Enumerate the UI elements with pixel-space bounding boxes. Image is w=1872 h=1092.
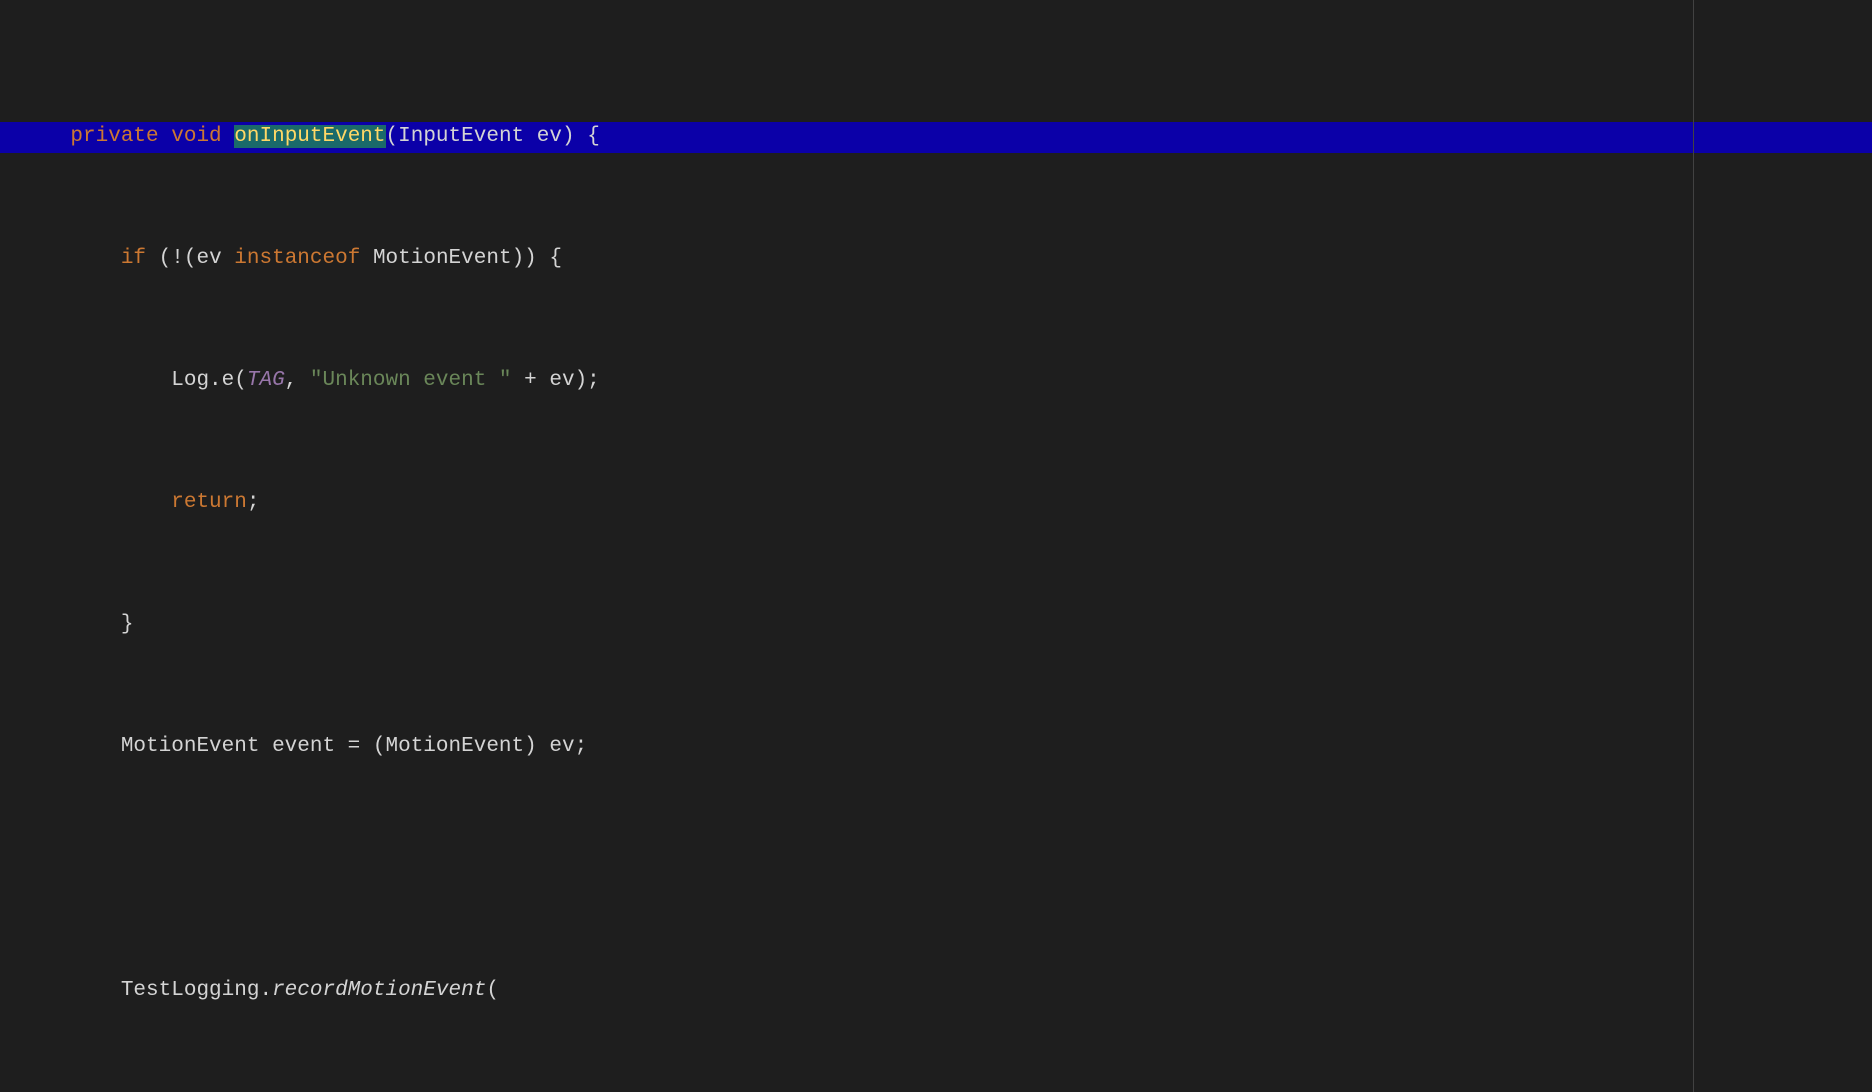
- type: MotionEvent: [386, 735, 525, 758]
- code-line[interactable]: return;: [0, 488, 1872, 519]
- code-line[interactable]: if (!(ev instanceof MotionEvent)) {: [0, 244, 1872, 275]
- method-name-highlight: onInputEvent: [234, 125, 385, 148]
- punct: (!(: [146, 247, 196, 270]
- type: MotionEvent: [121, 735, 260, 758]
- type: InputEvent: [398, 125, 524, 148]
- code-editor[interactable]: private void onInputEvent ( InputEvent ev)…: [0, 0, 1872, 1092]
- method: recordMotionEvent: [272, 979, 486, 1002]
- var: event: [272, 735, 335, 758]
- class: TestLogging: [121, 979, 260, 1002]
- code-line[interactable]: MotionEvent event = (MotionEvent) ev;: [0, 732, 1872, 763]
- punct: ): [524, 735, 549, 758]
- type: MotionEvent: [373, 247, 512, 270]
- keyword: void: [171, 125, 221, 148]
- param: ev: [537, 125, 562, 148]
- string: "Unknown event ": [310, 369, 512, 392]
- punct: (: [486, 979, 499, 1002]
- static-field: TAG: [247, 369, 285, 392]
- keyword: instanceof: [234, 247, 360, 270]
- code-line[interactable]: Log.e(TAG, "Unknown event " + ev);: [0, 366, 1872, 397]
- punct: )) {: [512, 247, 562, 270]
- var: ev: [549, 735, 574, 758]
- punct: ,: [285, 369, 310, 392]
- punct: ) {: [562, 125, 600, 148]
- punct: .: [259, 979, 272, 1002]
- code-line[interactable]: TestLogging.recordMotionEvent(: [0, 976, 1872, 1007]
- op: +: [512, 369, 550, 392]
- code-line[interactable]: [0, 854, 1872, 885]
- punct: );: [575, 369, 600, 392]
- code-line[interactable]: private void onInputEvent(InputEvent ev)…: [0, 122, 1872, 153]
- var: ev: [549, 369, 574, 392]
- brace: }: [121, 613, 134, 636]
- punct: ;: [575, 735, 588, 758]
- call: Log.e(: [171, 369, 247, 392]
- keyword: private: [70, 125, 158, 148]
- op: = (: [335, 735, 385, 758]
- keyword: return: [171, 491, 247, 514]
- code-line[interactable]: }: [0, 610, 1872, 641]
- margin-ruler: [1693, 0, 1694, 1092]
- var: ev: [196, 247, 221, 270]
- punct: ;: [247, 491, 260, 514]
- keyword: if: [121, 247, 146, 270]
